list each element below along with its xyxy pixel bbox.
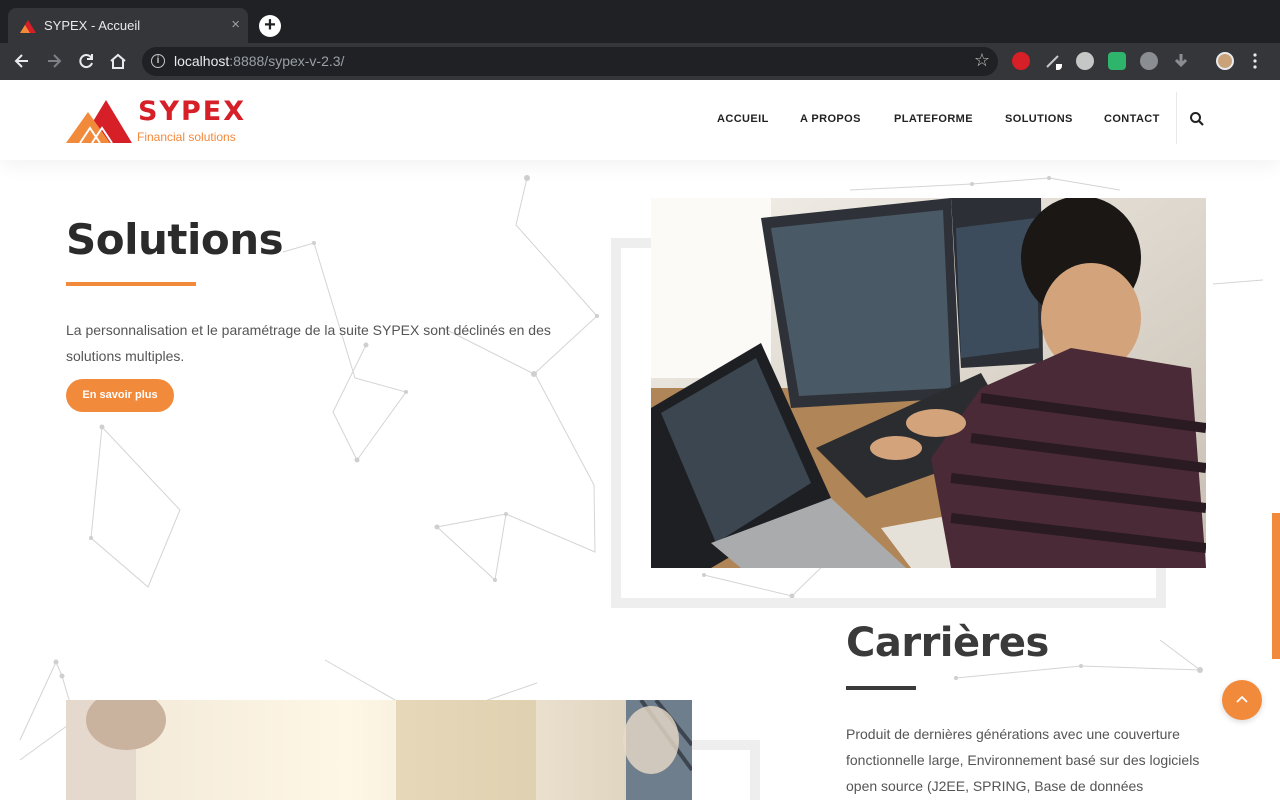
- tab-close-icon[interactable]: ×: [231, 15, 240, 35]
- solutions-heading: Solutions: [66, 215, 284, 264]
- search-icon[interactable]: [1189, 111, 1205, 127]
- extension-g-icon[interactable]: [1076, 52, 1094, 70]
- star-icon[interactable]: ☆: [974, 50, 990, 71]
- extension-green-icon[interactable]: [1108, 52, 1126, 70]
- url-text[interactable]: localhost:8888/sypex-v-2.3/: [174, 53, 344, 69]
- nav-contact[interactable]: CONTACT: [1104, 113, 1160, 125]
- learn-more-button[interactable]: En savoir plus: [66, 379, 174, 412]
- developer-photo: [651, 198, 1206, 568]
- info-icon[interactable]: i: [151, 54, 165, 68]
- office-photo: [66, 700, 692, 800]
- extension-shield-icon[interactable]: [1012, 52, 1030, 70]
- kebab-menu-icon[interactable]: [1250, 52, 1260, 70]
- sypex-logo[interactable]: SYPEX Financial solutions: [66, 94, 256, 146]
- home-icon[interactable]: [108, 51, 128, 71]
- nav-accueil[interactable]: ACCUEIL: [717, 113, 769, 125]
- forward-arrow-icon[interactable]: [44, 51, 64, 71]
- new-tab-button[interactable]: +: [259, 15, 281, 37]
- back-arrow-icon[interactable]: [12, 51, 32, 71]
- url-path: :8888/sypex-v-2.3/: [229, 53, 345, 69]
- solutions-underline: [66, 282, 196, 286]
- download-icon[interactable]: [1172, 52, 1190, 70]
- browser-toolbar: i localhost:8888/sypex-v-2.3/ ☆: [0, 43, 1280, 80]
- image-frame-2: [692, 740, 760, 800]
- careers-heading: Carrières: [846, 620, 1049, 666]
- careers-underline: [846, 686, 916, 690]
- nav-a-propos[interactable]: A PROPOS: [800, 113, 861, 125]
- logo-mark-icon: [66, 100, 132, 144]
- website-viewport: SYPEX Financial solutions ACCUEIL A PROP…: [0, 80, 1280, 800]
- nav-solutions[interactable]: SOLUTIONS: [1005, 113, 1073, 125]
- profile-avatar[interactable]: [1216, 52, 1234, 70]
- solutions-text: La personnalisation et le paramétrage de…: [66, 322, 551, 364]
- site-header: SYPEX Financial solutions ACCUEIL A PROP…: [0, 80, 1280, 160]
- logo-wordmark: SYPEX: [138, 96, 247, 127]
- url-host: localhost: [174, 53, 230, 69]
- nav-plateforme[interactable]: PLATEFORME: [894, 113, 973, 125]
- extension-globe-icon[interactable]: [1140, 52, 1158, 70]
- extension-pen-icon[interactable]: [1044, 52, 1062, 70]
- tab-title: SYPEX - Accueil: [44, 18, 141, 33]
- chevron-up-icon: [1236, 695, 1248, 703]
- side-feedback-tab[interactable]: [1272, 513, 1280, 659]
- back-to-top-button[interactable]: [1222, 680, 1262, 720]
- address-bar[interactable]: i localhost:8888/sypex-v-2.3/ ☆: [142, 47, 998, 76]
- browser-tab[interactable]: SYPEX - Accueil ×: [8, 8, 248, 43]
- reload-icon[interactable]: [76, 51, 96, 71]
- nav-divider: [1176, 92, 1177, 144]
- logo-subtitle: Financial solutions: [137, 130, 236, 144]
- careers-text: Produit de dernières générations avec un…: [846, 726, 1200, 794]
- browser-tabbar: SYPEX - Accueil × +: [0, 0, 1280, 43]
- sypex-favicon-icon: [20, 20, 36, 33]
